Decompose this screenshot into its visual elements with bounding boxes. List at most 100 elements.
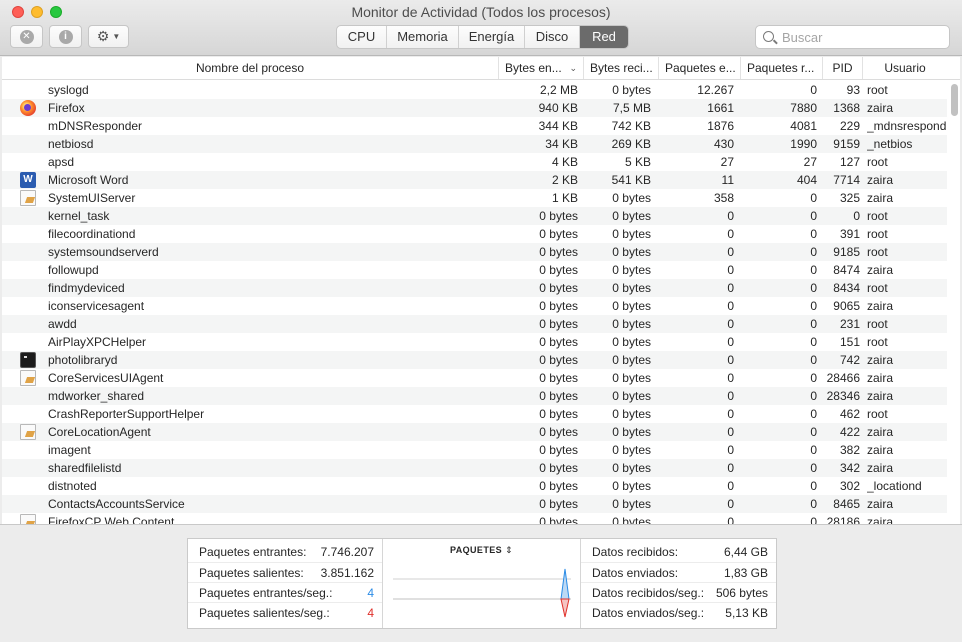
stat-row: Datos enviados: 1,83 GB: [581, 562, 776, 582]
packets-in-cell: 1661: [707, 101, 734, 115]
table-row[interactable]: CoreLocationAgent 0 bytes 0 bytes 0 0 422 zair…: [2, 423, 947, 441]
pid-cell: 462: [839, 407, 860, 421]
user-cell: root: [867, 209, 888, 223]
table-row[interactable]: kernel_task 0 bytes 0 bytes 0 0 0 root: [2, 207, 947, 225]
packets-graph-svg: [393, 568, 571, 618]
column-header-bytes-sent[interactable]: Bytes en... ⌄: [498, 57, 583, 79]
stop-process-button[interactable]: ✕: [10, 25, 43, 48]
user-cell: zaira: [867, 191, 894, 205]
table-row[interactable]: apsd 4 KB 5 KB 27 27 127 root: [2, 153, 947, 171]
stat-row: Paquetes entrantes: 7.746.207: [188, 542, 382, 562]
packets-stats: Paquetes entrantes: 7.746.207 Paquetes s…: [188, 539, 383, 628]
stat-label: Datos enviados:: [592, 566, 679, 580]
pid-cell: 742: [839, 353, 860, 367]
scroll-thumb[interactable]: [951, 84, 958, 116]
table-row[interactable]: systemsoundserverd 0 bytes 0 bytes 0 0 9185 ro…: [2, 243, 947, 261]
pid-cell: 8474: [833, 263, 860, 277]
bytes-sent-cell: 0 bytes: [539, 263, 578, 277]
pid-cell: 127: [839, 155, 860, 169]
table-row[interactable]: findmydeviced 0 bytes 0 bytes 0 0 8434 root: [2, 279, 947, 297]
user-cell: root: [867, 335, 888, 349]
table-row[interactable]: SystemUIServer 1 KB 0 bytes 358 0 325 zaira: [2, 189, 947, 207]
stat-row: Paquetes salientes: 3.851.162: [188, 562, 382, 582]
stat-label: Datos enviados/seg.:: [592, 606, 705, 620]
column-header-packets-in[interactable]: Paquetes e...: [658, 57, 740, 79]
search-input[interactable]: [782, 29, 942, 45]
table-row[interactable]: syslogd 2,2 MB 0 bytes 12.267 0 93 root: [2, 81, 947, 99]
actions-menu-button[interactable]: ⚙ ▼: [88, 25, 129, 48]
search-field[interactable]: [755, 25, 950, 49]
up-down-arrows-icon: ⇕: [505, 545, 513, 555]
process-name-cell: findmydeviced: [48, 281, 125, 295]
process-name-cell: apsd: [48, 155, 75, 169]
bytes-received-cell: 0 bytes: [612, 281, 651, 295]
packets-out-cell: 7880: [790, 101, 817, 115]
user-cell: root: [867, 281, 888, 295]
process-name-cell: syslogd: [48, 83, 89, 97]
packets-out-cell: 0: [810, 281, 817, 295]
pid-cell: 302: [839, 479, 860, 493]
stat-value: 5,13 KB: [725, 606, 768, 620]
graph-mode-toggle[interactable]: PAQUETES ⇕: [383, 545, 580, 556]
info-icon: i: [58, 29, 73, 44]
bytes-sent-cell: 940 KB: [538, 101, 578, 115]
stat-row: Paquetes entrantes/seg.: 4: [188, 582, 382, 602]
packets-in-cell: 0: [727, 281, 734, 295]
user-cell: _mdnsrespond: [867, 119, 947, 133]
table-row[interactable]: Firefox 940 KB 7,5 MB 1661 7880 1368 zaira: [2, 99, 947, 117]
tab-red[interactable]: Red: [580, 26, 628, 48]
bytes-received-cell: 0 bytes: [612, 209, 651, 223]
tab-cpu[interactable]: CPU: [337, 26, 387, 48]
bytes-received-cell: 0 bytes: [612, 443, 651, 457]
column-header-process-name[interactable]: Nombre del proceso: [2, 57, 498, 79]
packets-out-cell: 0: [810, 443, 817, 457]
user-cell: zaira: [867, 371, 894, 385]
table-row[interactable]: imagent 0 bytes 0 bytes 0 0 382 zaira: [2, 441, 947, 459]
packets-out-cell: 0: [810, 209, 817, 223]
graph-title: PAQUETES: [450, 545, 503, 555]
table-row[interactable]: FirefoxCP Web Content 0 bytes 0 bytes 0 0 281…: [2, 513, 947, 524]
bytes-sent-cell: 0 bytes: [539, 299, 578, 313]
bytes-received-cell: 0 bytes: [612, 479, 651, 493]
table-row[interactable]: mDNSResponder 344 KB 742 KB 1876 4081 229 _mdn…: [2, 117, 947, 135]
column-header-pid[interactable]: PID: [822, 57, 862, 79]
packets-in-cell: 0: [727, 263, 734, 277]
column-header-packets-out[interactable]: Paquetes r...: [740, 57, 822, 79]
packets-in-cell: 0: [727, 407, 734, 421]
table-row[interactable]: distnoted 0 bytes 0 bytes 0 0 302 _locationd: [2, 477, 947, 495]
table-row[interactable]: sharedfilelistd 0 bytes 0 bytes 0 0 342 zaira: [2, 459, 947, 477]
process-table: Nombre del proceso Bytes en... ⌄ Bytes r…: [2, 57, 960, 524]
pid-cell: 151: [839, 335, 860, 349]
process-name-cell: iconservicesagent: [48, 299, 145, 313]
table-row[interactable]: AirPlayXPCHelper 0 bytes 0 bytes 0 0 151 root: [2, 333, 947, 351]
table-row[interactable]: CoreServicesUIAgent 0 bytes 0 bytes 0 0 28466…: [2, 369, 947, 387]
table-row[interactable]: mdworker_shared 0 bytes 0 bytes 0 0 28346 zair…: [2, 387, 947, 405]
pid-cell: 231: [839, 317, 860, 331]
column-header-bytes-received[interactable]: Bytes reci...: [583, 57, 658, 79]
process-name-cell: filecoordinationd: [48, 227, 136, 241]
stat-label: Paquetes entrantes/seg.:: [199, 586, 333, 600]
tab-energia[interactable]: Energía: [459, 26, 525, 48]
window-title: Monitor de Actividad (Todos los procesos…: [351, 4, 611, 20]
user-cell: zaira: [867, 497, 894, 511]
inspect-process-button[interactable]: i: [49, 25, 82, 48]
tab-disco[interactable]: Disco: [525, 26, 580, 48]
table-row[interactable]: netbiosd 34 KB 269 KB 430 1990 9159 _netbios: [2, 135, 947, 153]
table-row[interactable]: iconservicesagent 0 bytes 0 bytes 0 0 9065 zai…: [2, 297, 947, 315]
vertical-scrollbar[interactable]: [949, 82, 960, 522]
table-row[interactable]: W Microsoft Word 2 KB 541 KB 11 404 7714 zaira: [2, 171, 947, 189]
table-row[interactable]: followupd 0 bytes 0 bytes 0 0 8474 zaira: [2, 261, 947, 279]
column-header-user[interactable]: Usuario: [862, 57, 947, 79]
sort-descending-icon: ⌄: [569, 63, 577, 73]
table-row[interactable]: ContactsAccountsService 0 bytes 0 bytes 0 0 8…: [2, 495, 947, 513]
table-row[interactable]: filecoordinationd 0 bytes 0 bytes 0 0 391 root: [2, 225, 947, 243]
process-name-cell: followupd: [48, 263, 99, 277]
table-row[interactable]: awdd 0 bytes 0 bytes 0 0 231 root: [2, 315, 947, 333]
table-row[interactable]: photolibraryd 0 bytes 0 bytes 0 0 742 zaira: [2, 351, 947, 369]
bytes-sent-cell: 0 bytes: [539, 443, 578, 457]
bytes-received-cell: 0 bytes: [612, 353, 651, 367]
packets-graph: PAQUETES ⇕: [383, 539, 581, 628]
tab-memoria[interactable]: Memoria: [387, 26, 459, 48]
tab-bar: CPU Memoria Energía Disco Red: [336, 25, 629, 49]
table-row[interactable]: CrashReporterSupportHelper 0 bytes 0 bytes…: [2, 405, 947, 423]
